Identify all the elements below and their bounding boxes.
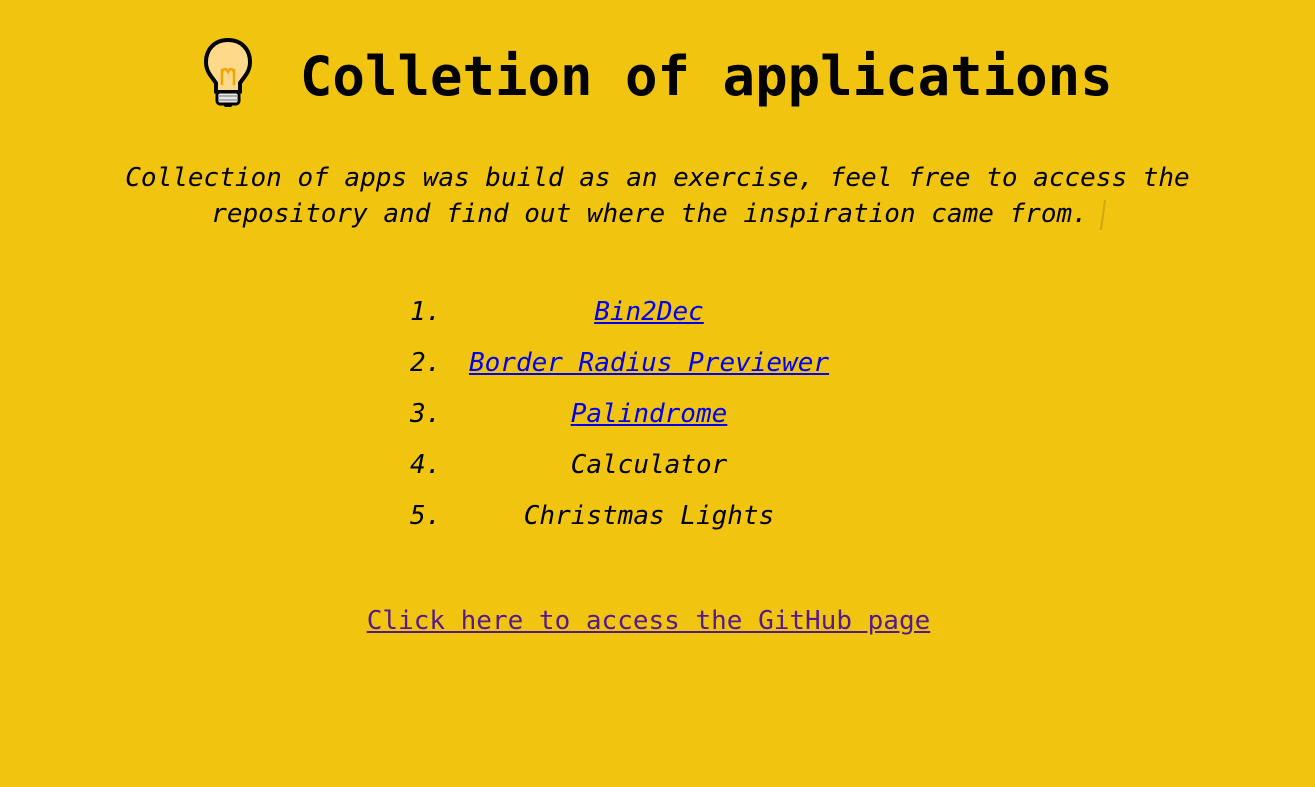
app-link-border-radius-previewer[interactable]: Border Radius Previewer (469, 348, 829, 378)
page-description: Collection of apps was build as an exerc… (60, 160, 1255, 232)
footer: Click here to access the GitHub page (0, 606, 1297, 636)
list-item-number: 3. (410, 399, 442, 429)
list-item-number: 5. (410, 501, 442, 531)
app-link-bin2dec[interactable]: Bin2Dec (594, 297, 704, 327)
list-item-number: 2. (410, 348, 442, 378)
list-item: 1. Bin2Dec (400, 290, 900, 341)
list-item: 2. Border Radius Previewer (400, 341, 900, 392)
app-label-christmas-lights: Christmas Lights (523, 501, 775, 531)
list-item: 3. Palindrome (400, 392, 900, 443)
text-cursor (1099, 199, 1106, 230)
description-text: Collection of apps was build as an exerc… (125, 163, 1190, 229)
list-item: 5. Christmas Lights (400, 494, 900, 545)
list-item-number: 4. (410, 450, 442, 480)
lightbulb-icon (202, 36, 254, 108)
app-label-calculator: Calculator (570, 450, 728, 480)
app-link-palindrome[interactable]: Palindrome (571, 399, 728, 429)
page-title: Colletion of applications (299, 44, 1113, 108)
list-item: 4. Calculator (400, 443, 900, 494)
list-item-number: 1. (410, 297, 442, 327)
github-link[interactable]: Click here to access the GitHub page (367, 606, 931, 636)
app-list: 1. Bin2Dec 2. Border Radius Previewer 3.… (400, 290, 900, 545)
page-header: Colletion of applications (0, 38, 1315, 112)
